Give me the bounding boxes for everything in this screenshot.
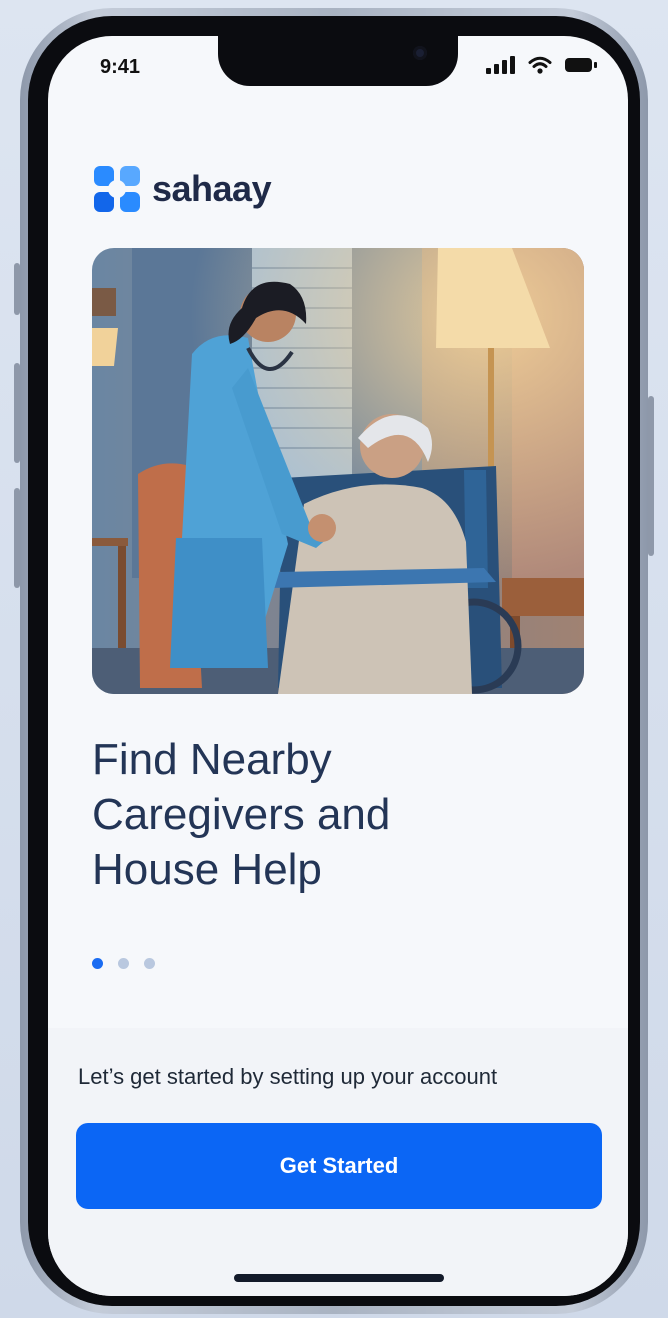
notch xyxy=(218,36,458,86)
onboarding-headline: Find Nearby Caregivers and House Help xyxy=(92,732,572,897)
app-screen: 9:41 sahaay Find Nearby Caregivers and H… xyxy=(48,36,628,1296)
wifi-icon xyxy=(528,56,552,74)
page-dot[interactable] xyxy=(118,958,129,969)
headline-line: House Help xyxy=(92,845,322,894)
page-indicator xyxy=(92,958,155,969)
power-button xyxy=(648,396,654,556)
status-time: 9:41 xyxy=(100,56,141,78)
get-started-button[interactable]: Get Started xyxy=(76,1123,602,1209)
home-indicator[interactable] xyxy=(234,1274,444,1282)
mute-switch xyxy=(14,263,20,315)
page-dot[interactable] xyxy=(144,958,155,969)
page-dot-active[interactable] xyxy=(92,958,103,969)
caregiver-helping-elderly-woman-illustration xyxy=(92,248,584,694)
hero-illustration xyxy=(92,248,584,694)
setup-prompt-text: Let’s get started by setting up your acc… xyxy=(78,1064,498,1089)
volume-up-button xyxy=(14,363,20,463)
front-camera xyxy=(413,46,427,60)
headline-line: Caregivers and xyxy=(92,790,391,839)
battery-icon xyxy=(565,58,597,72)
headline-line: Find Nearby xyxy=(92,735,332,784)
brand-name: sahaay xyxy=(152,168,272,209)
cellular-signal-icon xyxy=(486,56,515,74)
sahaay-logo-icon xyxy=(94,166,140,212)
volume-down-button xyxy=(14,488,20,588)
status-icons xyxy=(486,56,598,74)
brand-logo: sahaay xyxy=(92,164,272,214)
